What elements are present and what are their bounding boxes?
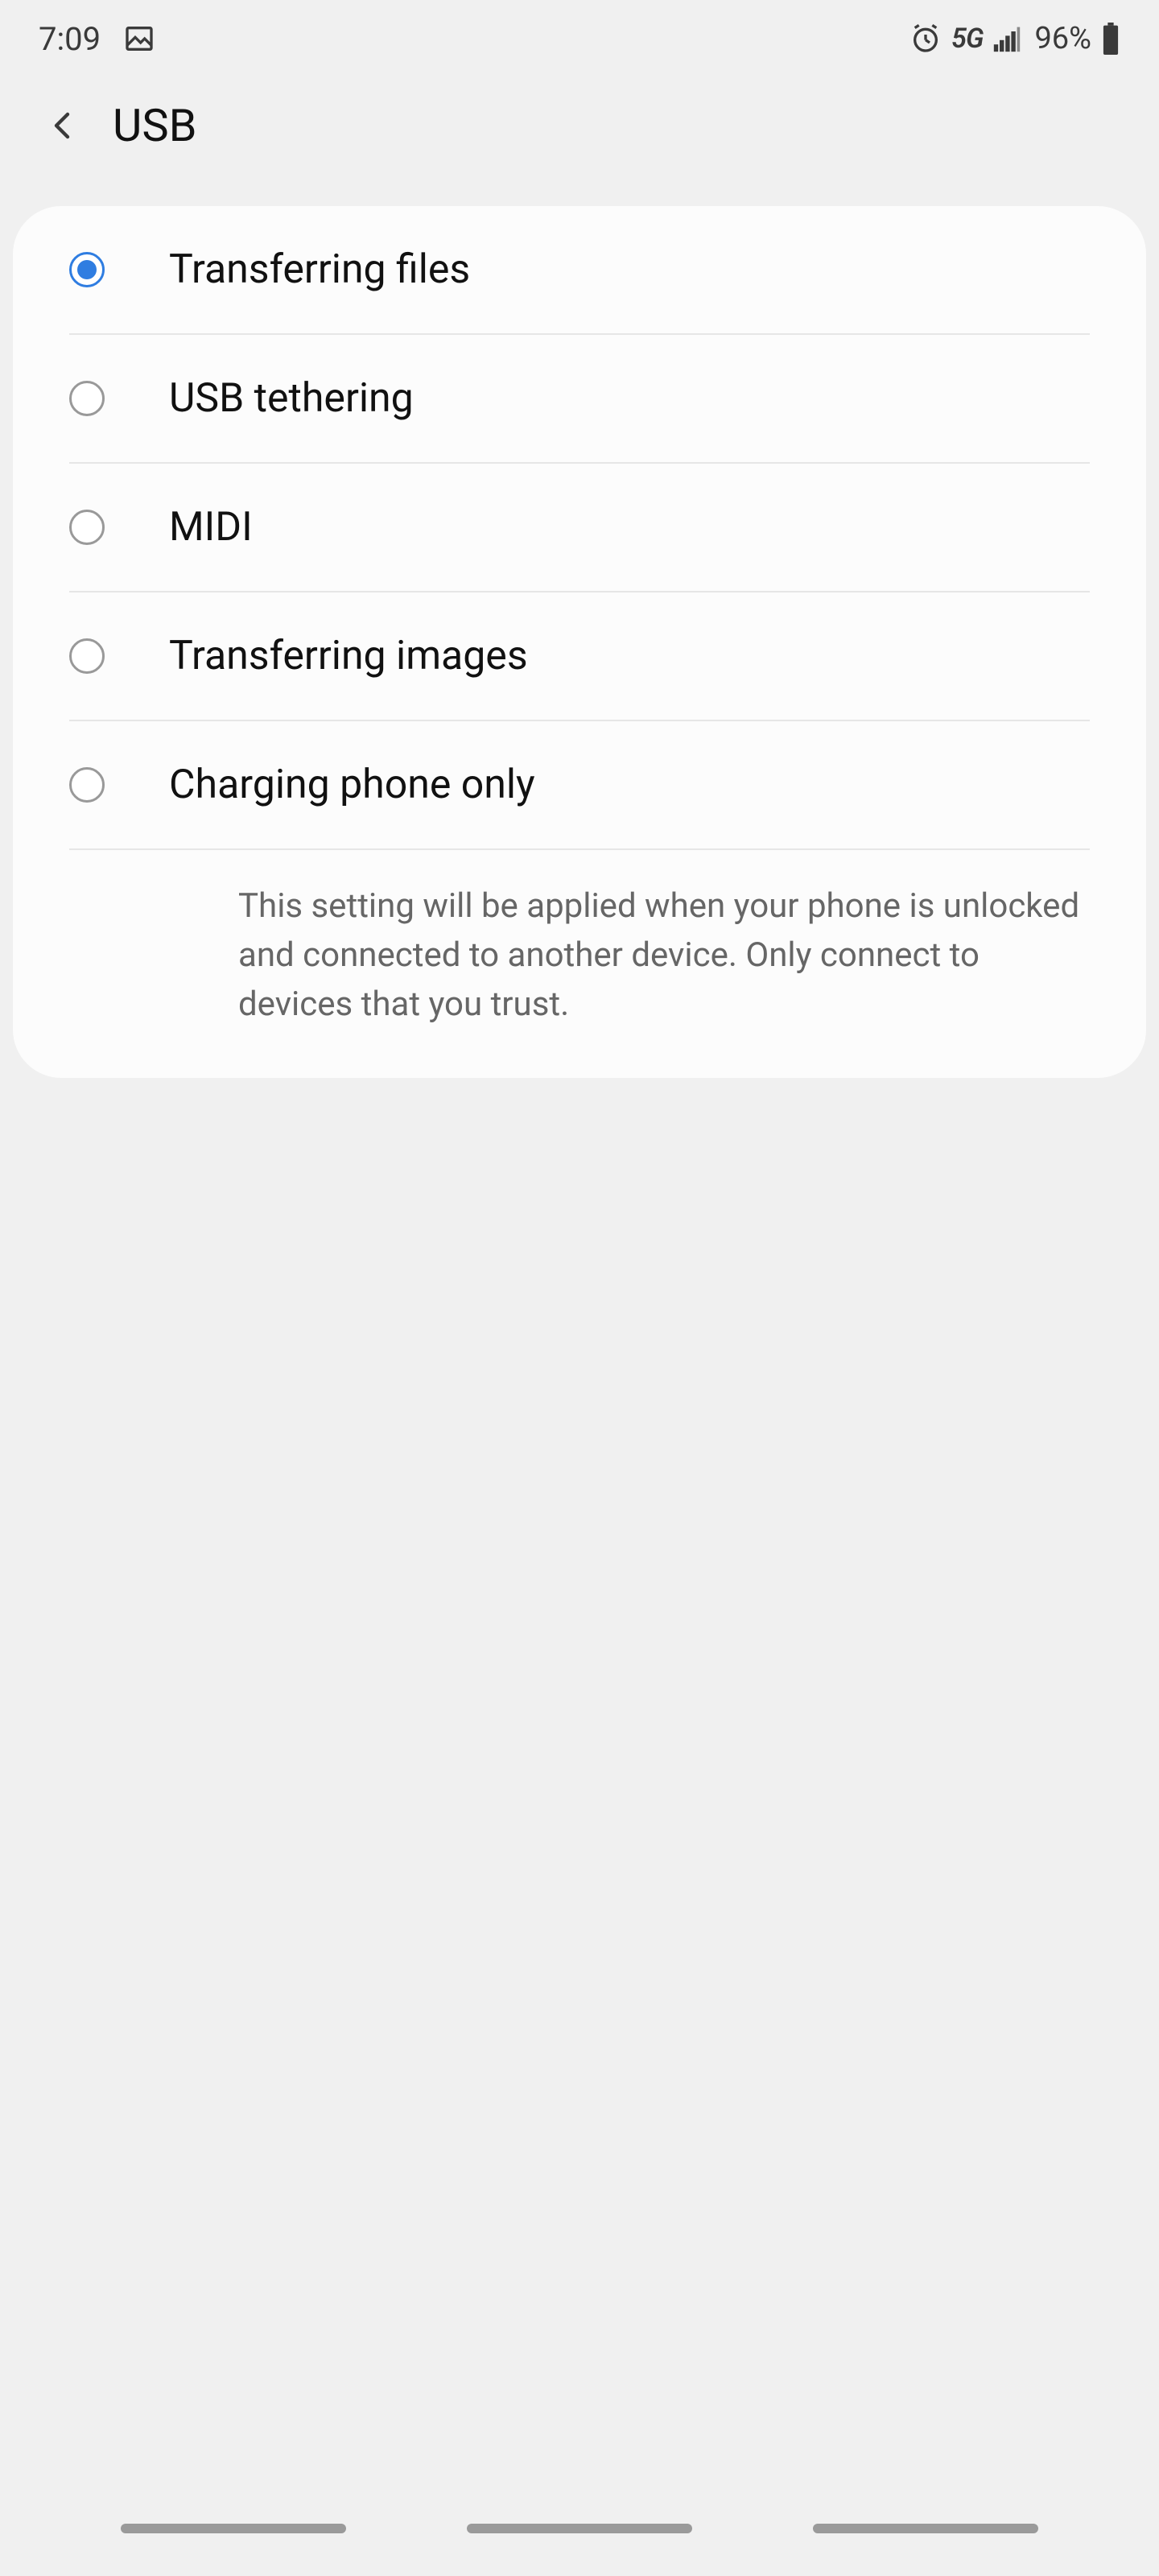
option-label: Transferring images: [169, 633, 528, 679]
status-left-group: 7:09: [39, 20, 155, 58]
battery-icon: [1101, 23, 1120, 55]
option-label: MIDI: [169, 504, 253, 551]
signal-icon: [992, 24, 1021, 53]
nav-home-button[interactable]: [467, 2524, 692, 2533]
status-right-group: 5G 96%: [909, 21, 1120, 56]
battery-percent: 96%: [1034, 21, 1091, 56]
back-button[interactable]: [39, 101, 87, 150]
option-charging-only[interactable]: Charging phone only: [13, 721, 1146, 848]
status-time: 7:09: [39, 20, 101, 58]
options-card: Transferring files USB tethering MIDI Tr…: [13, 206, 1146, 1078]
option-label: Charging phone only: [169, 762, 535, 808]
radio-icon: [69, 510, 105, 545]
network-type: 5G: [951, 23, 983, 55]
radio-icon: [69, 252, 105, 287]
nav-recent-button[interactable]: [121, 2524, 346, 2533]
app-header: USB: [0, 77, 1159, 174]
option-transferring-images[interactable]: Transferring images: [13, 592, 1146, 720]
radio-icon: [69, 381, 105, 416]
option-transferring-files[interactable]: Transferring files: [13, 206, 1146, 333]
option-label: Transferring files: [169, 246, 470, 293]
helper-text: This setting will be applied when your p…: [13, 850, 1146, 1078]
picture-icon: [123, 23, 155, 55]
system-nav-bar: [0, 2500, 1159, 2557]
radio-icon: [69, 638, 105, 674]
nav-back-button[interactable]: [813, 2524, 1038, 2533]
option-midi[interactable]: MIDI: [13, 464, 1146, 591]
chevron-left-icon: [43, 106, 82, 145]
status-bar: 7:09 5G: [0, 0, 1159, 77]
option-label: USB tethering: [169, 375, 414, 422]
alarm-icon: [909, 23, 942, 55]
option-usb-tethering[interactable]: USB tethering: [13, 335, 1146, 462]
page-title: USB: [113, 99, 196, 152]
radio-icon: [69, 767, 105, 803]
